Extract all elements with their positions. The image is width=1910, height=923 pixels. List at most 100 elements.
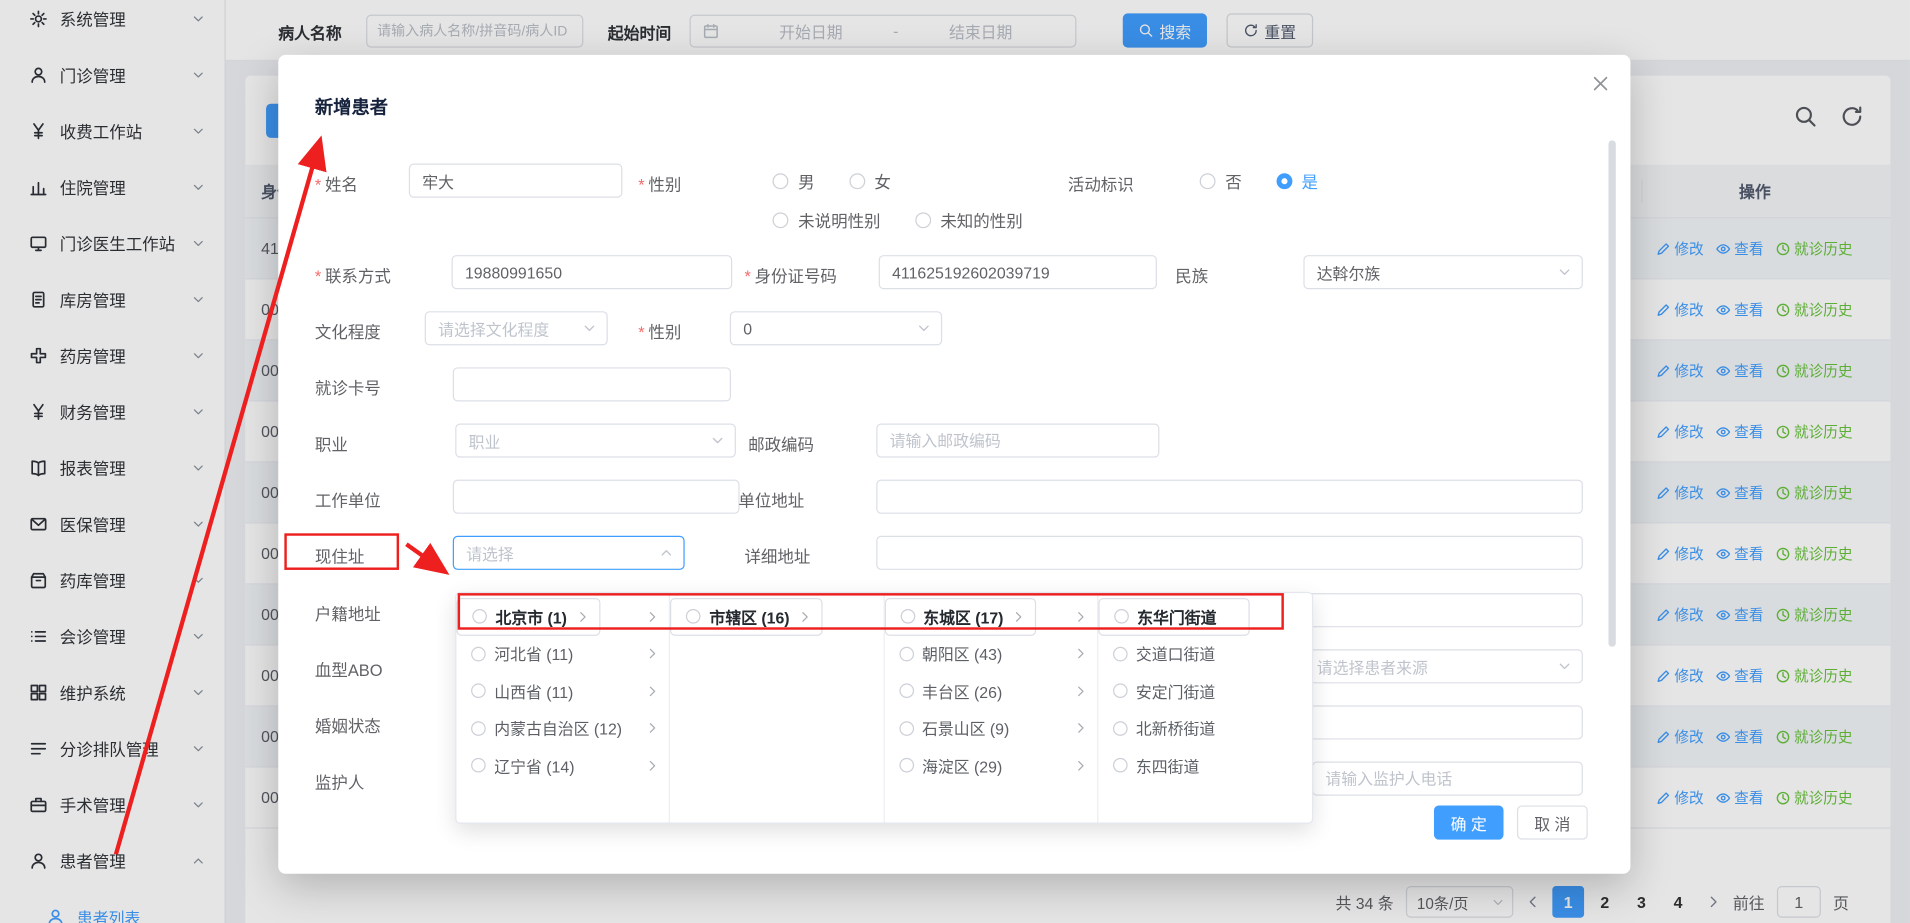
cascader-option[interactable]: 交道口街道 [1098, 635, 1312, 672]
chevron-placeholder [1289, 759, 1302, 772]
radio-icon[interactable] [899, 758, 914, 773]
radio-icon[interactable] [1113, 721, 1128, 736]
radio-no[interactable]: 否 [1200, 168, 1242, 192]
patient-source-select[interactable]: 请选择患者来源 [1303, 649, 1582, 683]
chevron-right-icon [1074, 684, 1087, 697]
cascader-option[interactable]: 辽宁省 (14) [456, 747, 669, 784]
work-unit-label: 工作单位 [315, 487, 381, 511]
modal-scrollbar[interactable] [1608, 140, 1615, 646]
postal-code-label: 邮政编码 [748, 431, 814, 455]
ethnicity-label: 民族 [1175, 262, 1208, 286]
close-icon[interactable] [1591, 74, 1609, 92]
required-mark: * [638, 176, 644, 194]
cascader-option[interactable]: 市辖区 (16) [670, 598, 822, 635]
radio-icon[interactable] [472, 609, 487, 624]
chevron-right-icon [646, 610, 659, 623]
chevron-right-icon [646, 647, 659, 660]
cascader-option[interactable]: 海淀区 (29) [884, 747, 1097, 784]
modal-title: 新增患者 [315, 94, 388, 120]
radio-icon[interactable] [899, 647, 914, 662]
postal-code-input[interactable] [876, 423, 1159, 457]
active-flag-label: 活动标识 [1068, 171, 1134, 195]
cascader-option[interactable]: 朝阳区 (43) [884, 635, 1097, 672]
radio-icon[interactable] [471, 684, 486, 699]
radio-icon [773, 173, 789, 189]
chevron-placeholder [1225, 610, 1238, 623]
detail-address-label: 详细地址 [744, 543, 810, 567]
radio-icon [915, 212, 931, 228]
chevron-placeholder [1289, 684, 1302, 697]
guardian-phone-input[interactable] [1312, 762, 1583, 796]
chevron-right-icon [1074, 722, 1087, 735]
unit-address-input[interactable] [876, 480, 1583, 514]
radio-female[interactable]: 女 [849, 168, 891, 192]
gender-select-label: *性别 [638, 319, 681, 343]
chevron-right-icon [1074, 759, 1087, 772]
radio-icon[interactable] [1113, 684, 1128, 699]
current-address-cascader-input[interactable]: 请选择 [453, 536, 685, 570]
cascader-city-column: 市辖区 (16) [670, 593, 884, 822]
radio-icon[interactable] [900, 609, 915, 624]
radio-icon[interactable] [1114, 609, 1129, 624]
education-select[interactable]: 请选择文化程度 [425, 311, 608, 345]
contact-label: *联系方式 [315, 262, 391, 286]
gender-label: *性别 [638, 171, 681, 195]
chevron-placeholder [1289, 610, 1302, 623]
cancel-button[interactable]: 取 消 [1517, 805, 1588, 839]
occupation-select[interactable]: 职业 [455, 423, 736, 457]
radio-unstated-gender[interactable]: 未说明性别 [773, 207, 881, 231]
radio-icon [1276, 173, 1292, 189]
cascader-option[interactable]: 北京市 (1) [456, 598, 599, 635]
cascader-option[interactable]: 河北省 (11) [456, 635, 669, 672]
occupation-label: 职业 [315, 431, 348, 455]
chevron-down-icon [710, 433, 725, 448]
chevron-right-icon [1012, 610, 1025, 623]
detail-address-input[interactable] [876, 536, 1583, 570]
id-number-input[interactable] [879, 255, 1157, 289]
radio-icon [773, 212, 789, 228]
cascader-option[interactable]: 山西省 (11) [456, 672, 669, 709]
chevron-down-icon [1557, 265, 1572, 280]
cascader-option[interactable]: 东城区 (17) [884, 598, 1036, 635]
gender-radio-group-line2: 未说明性别 未知的性别 [773, 206, 1023, 233]
cascader-option[interactable]: 东华门街道 [1098, 598, 1249, 635]
visit-card-input[interactable] [453, 367, 731, 401]
radio-male[interactable]: 男 [773, 168, 815, 192]
marital-status-label: 婚姻状态 [315, 713, 381, 737]
radio-icon[interactable] [899, 721, 914, 736]
chevron-right-icon [646, 759, 659, 772]
radio-icon[interactable] [686, 609, 701, 624]
cascader-province-column: 北京市 (1) 天津市 (1) 河北省 (11) 山西省 [456, 593, 670, 822]
gender-select[interactable]: 0 [730, 311, 942, 345]
radio-icon[interactable] [899, 684, 914, 699]
radio-icon[interactable] [1113, 758, 1128, 773]
cascader-option[interactable]: 丰台区 (26) [884, 672, 1097, 709]
required-mark: * [315, 176, 321, 194]
active-flag-radio-group: 否 是 [1200, 167, 1318, 194]
radio-icon[interactable] [471, 647, 486, 662]
radio-yes[interactable]: 是 [1276, 168, 1318, 192]
ethnicity-select[interactable]: 达斡尔族 [1303, 255, 1582, 289]
chevron-right-icon [798, 610, 811, 623]
confirm-button[interactable]: 确 定 [1434, 805, 1504, 839]
chevron-right-icon [1074, 647, 1087, 660]
chevron-placeholder [1289, 647, 1302, 660]
name-input[interactable] [409, 164, 623, 198]
work-unit-input[interactable] [453, 480, 740, 514]
radio-icon [849, 173, 865, 189]
radio-icon[interactable] [1113, 647, 1128, 662]
cascader-option[interactable]: 安定门街道 [1098, 672, 1312, 709]
chevron-down-icon [582, 321, 597, 336]
cascader-option[interactable]: 北新桥街道 [1098, 710, 1312, 747]
radio-icon[interactable] [471, 758, 486, 773]
radio-unknown-gender[interactable]: 未知的性别 [915, 207, 1023, 231]
cascader-option[interactable]: 东四街道 [1098, 747, 1312, 784]
cascader-option[interactable]: 石景山区 (9) [884, 710, 1097, 747]
cascader-option[interactable]: 内蒙古自治区 (12) [456, 710, 669, 747]
unit-address-label: 单位地址 [738, 487, 804, 511]
radio-icon[interactable] [471, 721, 486, 736]
chevron-up-icon [659, 546, 674, 561]
contact-input[interactable] [452, 255, 733, 289]
name-label: *姓名 [315, 171, 358, 195]
id-number-label: *身份证号码 [744, 262, 836, 286]
